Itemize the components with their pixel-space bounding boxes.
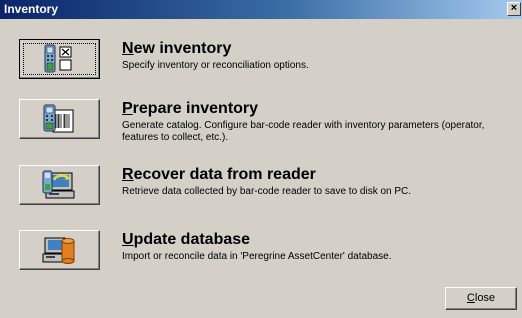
close-mnemonic: C (466, 292, 475, 304)
close-button[interactable]: Close (445, 287, 517, 310)
recover-data-row: Recover data from reader Retrieve data c… (0, 165, 522, 215)
prepare-inventory-mnemonic: P (122, 100, 133, 117)
update-database-mnemonic: U (122, 231, 134, 248)
prepare-inventory-title: Prepare inventory (122, 99, 258, 119)
prepare-inventory-row: Prepare inventory Generate catalog. Conf… (0, 99, 522, 149)
prepare-inventory-button[interactable] (19, 99, 100, 139)
new-inventory-button[interactable] (19, 39, 100, 79)
handheld-to-computer-icon (42, 170, 75, 199)
update-database-description: Import or reconcile data in 'Peregrine A… (122, 251, 392, 262)
recover-data-description: Retrieve data collected by bar-code read… (122, 186, 412, 197)
prepare-inventory-description: Generate catalog. Configure bar-code rea… (122, 120, 485, 143)
new-inventory-title: New inventory (122, 39, 231, 59)
new-inventory-row: New inventory Specify inventory or recon… (0, 39, 522, 89)
recover-data-title-rest: ecover data from reader (133, 166, 316, 183)
update-database-title-rest: pdate database (133, 231, 251, 248)
recover-data-button[interactable] (19, 165, 100, 205)
computer-database-icon (42, 237, 75, 264)
new-inventory-title-rest: ew inventory (133, 40, 232, 57)
update-database-row: Update database Import or reconcile data… (0, 230, 522, 280)
title-bar: Inventory × (0, 0, 522, 19)
window-title: Inventory (4, 2, 59, 16)
new-inventory-description: Specify inventory or reconciliation opti… (122, 60, 309, 71)
handheld-checklist-icon (44, 44, 72, 73)
recover-data-title: Recover data from reader (122, 165, 316, 185)
close-window-button[interactable]: × (507, 2, 521, 16)
update-database-title: Update database (122, 230, 250, 250)
close-label-rest: lose (474, 292, 496, 304)
new-inventory-mnemonic: N (122, 40, 134, 57)
prepare-inventory-title-rest: repare inventory (132, 100, 259, 117)
inventory-dialog: Inventory × New inventory Specify invent… (0, 0, 522, 318)
recover-data-mnemonic: R (122, 166, 134, 183)
update-database-button[interactable] (19, 230, 100, 270)
handheld-barcode-document-icon (43, 104, 74, 133)
